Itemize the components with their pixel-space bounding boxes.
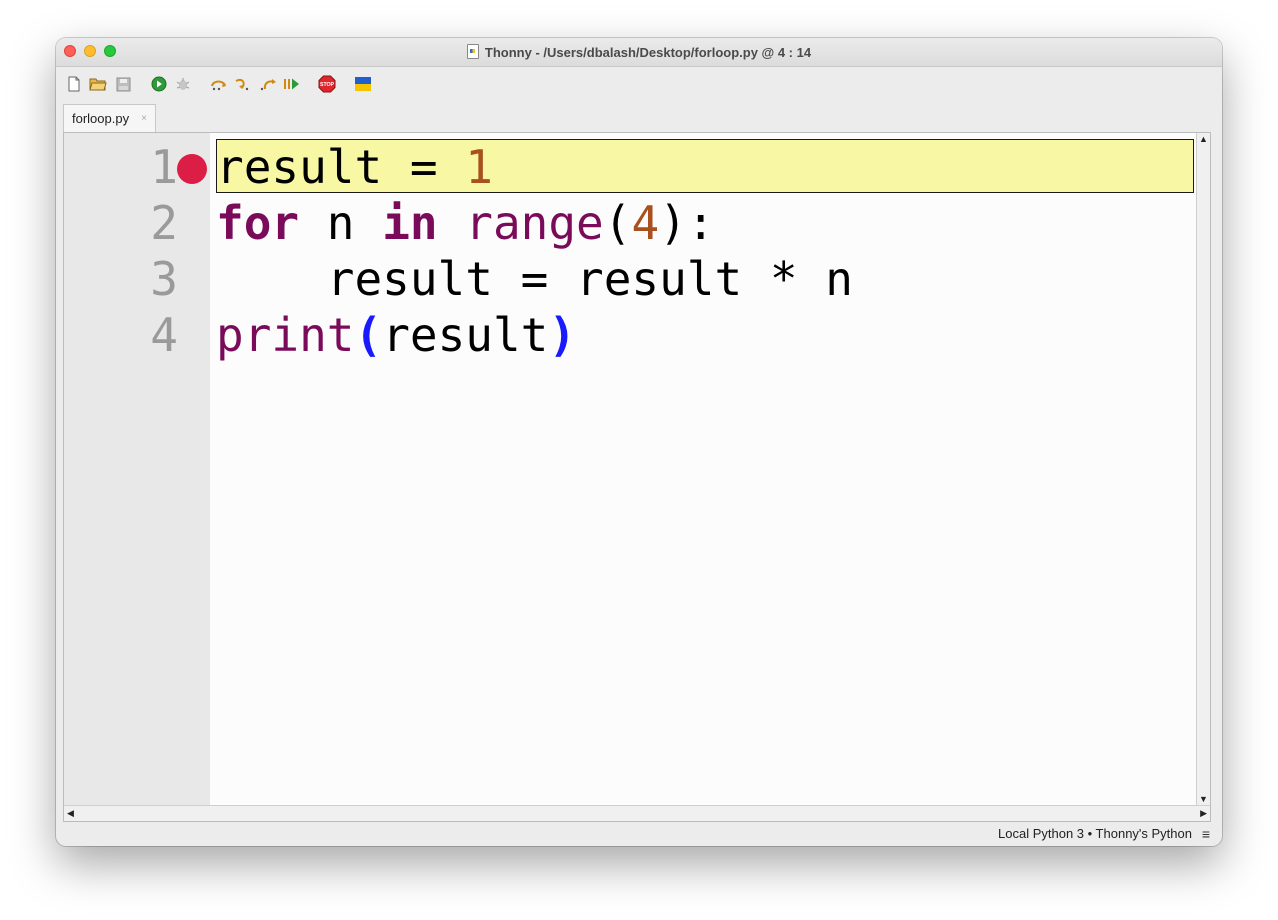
scroll-left-arrow-icon[interactable]: ◀: [67, 808, 74, 819]
vertical-scrollbar[interactable]: ▲ ▼: [1196, 133, 1210, 805]
line-number-gutter[interactable]: 1 2 3 4: [64, 133, 210, 805]
horizontal-scrollbar[interactable]: ◀ ▶: [64, 805, 1210, 821]
editor-tab-bar: forloop.py ×: [56, 102, 1222, 132]
step-into-icon: [235, 78, 249, 91]
debug-icon: [176, 78, 190, 90]
code-token: result = result * n: [216, 252, 853, 306]
resume-button[interactable]: [283, 75, 301, 93]
code-line[interactable]: print(result): [216, 307, 576, 363]
scroll-down-arrow-icon[interactable]: ▼: [1199, 794, 1208, 804]
tab-forloop[interactable]: forloop.py ×: [63, 104, 156, 132]
code-token: for: [216, 196, 300, 250]
step-into-button[interactable]: [234, 75, 252, 93]
ukraine-flag-icon: [355, 77, 371, 91]
code-token: range: [465, 196, 604, 250]
step-over-icon: [211, 80, 226, 91]
code-token: in: [382, 196, 438, 250]
code-token: ):: [659, 196, 715, 250]
code-editor[interactable]: 1 2 3 4 result = 1 for n in range(4): res…: [63, 132, 1211, 822]
scroll-right-arrow-icon[interactable]: ▶: [1200, 808, 1207, 819]
step-out-button[interactable]: [259, 75, 277, 93]
ukraine-support-button[interactable]: [354, 75, 372, 93]
scroll-up-arrow-icon[interactable]: ▲: [1199, 134, 1208, 144]
code-token: ): [548, 308, 577, 362]
run-icon: [151, 76, 167, 92]
window-title: Thonny - /Users/dbalash/Desktop/forloop.…: [56, 44, 1222, 60]
code-line[interactable]: for n in range(4):: [216, 195, 715, 251]
stop-button[interactable]: STOP: [318, 75, 336, 93]
python-file-icon: [466, 44, 479, 59]
stop-label: STOP: [320, 82, 335, 88]
status-bar: Local Python 3 • Thonny's Python ≡: [56, 822, 1222, 846]
run-button[interactable]: [150, 75, 168, 93]
save-file-icon: [116, 77, 130, 91]
new-file-button[interactable]: [65, 75, 83, 93]
code-token: (: [354, 308, 383, 362]
open-file-button[interactable]: [89, 75, 107, 93]
code-token: 1: [465, 140, 493, 194]
code-token: result: [382, 308, 549, 362]
close-tab-icon[interactable]: ×: [141, 105, 147, 133]
thonny-window: Thonny - /Users/dbalash/Desktop/forloop.…: [56, 38, 1222, 846]
code-line[interactable]: result = 1: [216, 139, 493, 195]
open-file-icon: [89, 78, 107, 91]
save-file-button[interactable]: [114, 75, 132, 93]
line-number: 2: [150, 196, 178, 250]
title-bar: Thonny - /Users/dbalash/Desktop/forloop.…: [56, 38, 1222, 67]
line-number: 4: [150, 308, 178, 362]
breakpoint-marker[interactable]: [177, 154, 207, 184]
code-line[interactable]: result = result * n: [216, 251, 853, 307]
line-number: 1: [150, 140, 178, 194]
stop-icon: STOP: [318, 75, 336, 93]
code-area[interactable]: result = 1 for n in range(4): result = re…: [216, 133, 1196, 805]
step-over-button[interactable]: [210, 75, 228, 93]
toolbar: STOP: [56, 67, 1222, 101]
new-file-icon: [68, 76, 80, 92]
line-number: 3: [150, 252, 178, 306]
resume-icon: [284, 78, 299, 90]
code-token: result =: [216, 140, 466, 194]
code-token: n: [299, 196, 383, 250]
interpreter-status[interactable]: Local Python 3 • Thonny's Python: [998, 826, 1192, 841]
step-out-icon: [260, 79, 276, 91]
window-title-text: Thonny - /Users/dbalash/Desktop/forloop.…: [484, 45, 812, 60]
code-token: 4: [631, 196, 660, 250]
tab-label: forloop.py: [72, 111, 130, 126]
debug-button[interactable]: [174, 75, 192, 93]
code-token: (: [603, 196, 632, 250]
code-token: print: [216, 308, 355, 362]
hamburger-menu-icon[interactable]: ≡: [1202, 826, 1210, 842]
